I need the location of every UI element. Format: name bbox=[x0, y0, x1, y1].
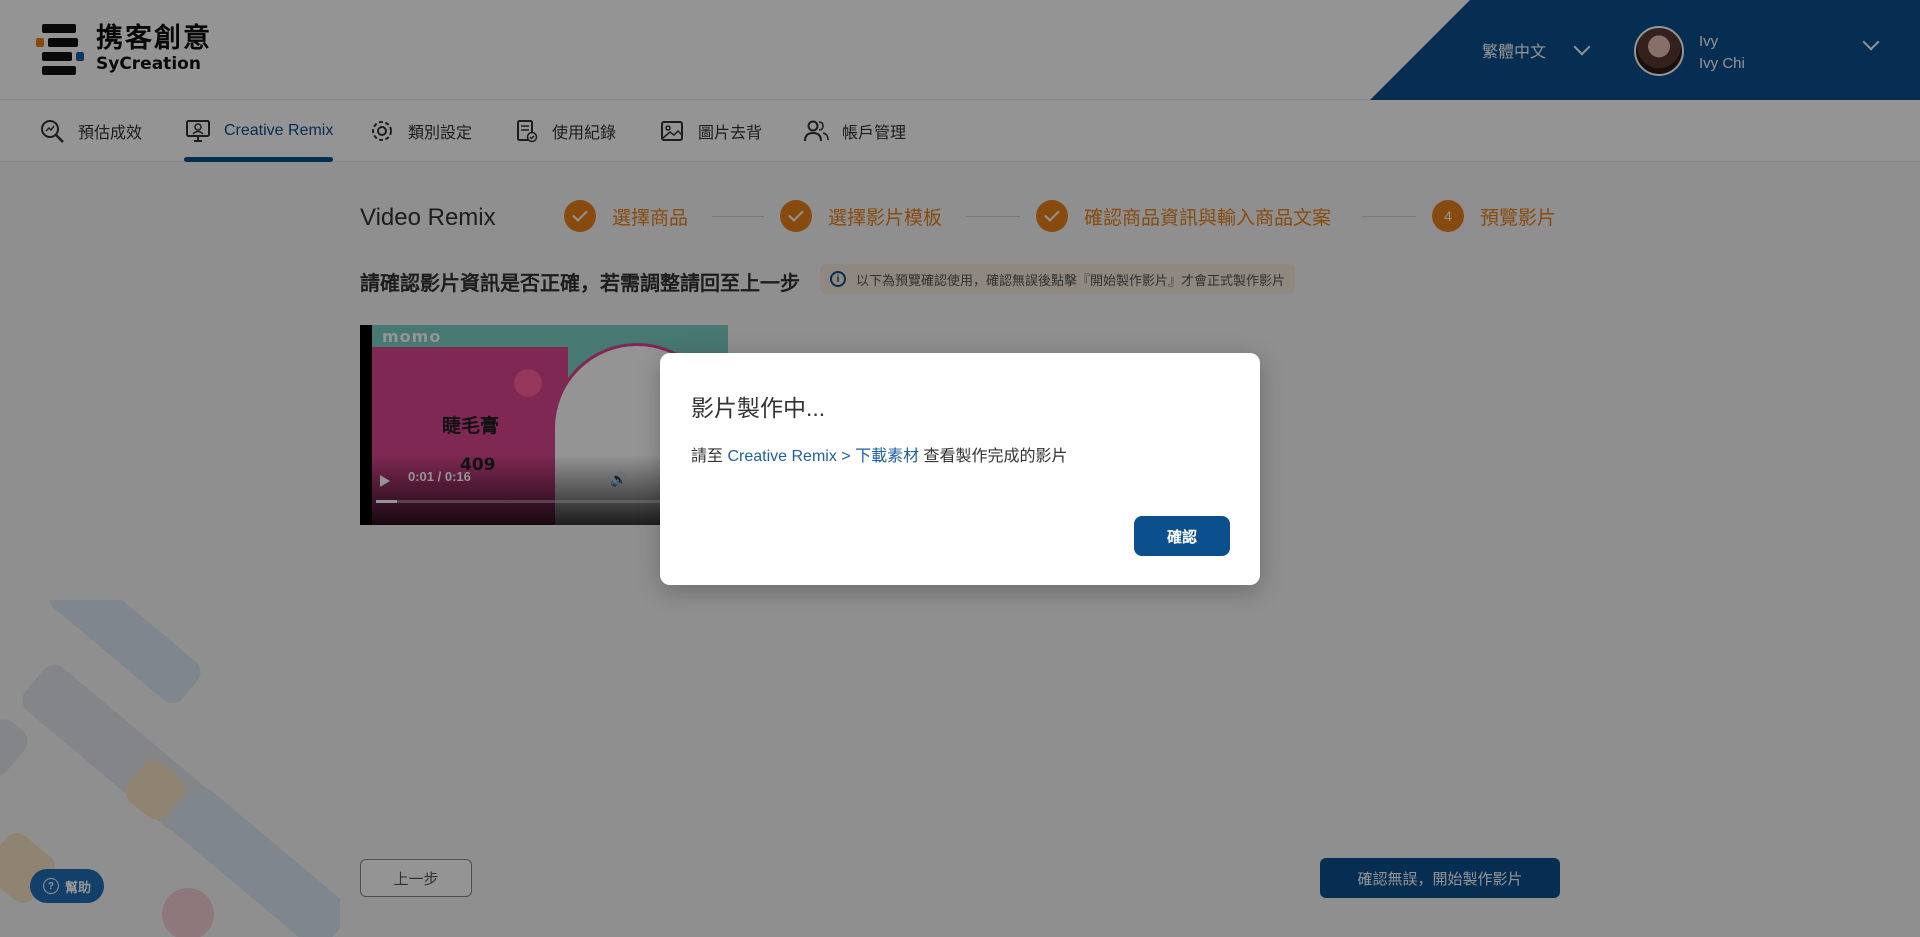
dialog-title: 影片製作中... bbox=[691, 395, 826, 421]
dialog-message: 請至 Creative Remix > 下載素材 查看製作完成的影片 bbox=[691, 448, 1068, 465]
download-materials-link[interactable]: Creative Remix > 下載素材 bbox=[727, 448, 919, 465]
dialog-confirm-button[interactable]: 確認 bbox=[1134, 516, 1230, 556]
production-dialog: 影片製作中... 請至 Creative Remix > 下載素材 查看製作完成… bbox=[660, 353, 1260, 585]
